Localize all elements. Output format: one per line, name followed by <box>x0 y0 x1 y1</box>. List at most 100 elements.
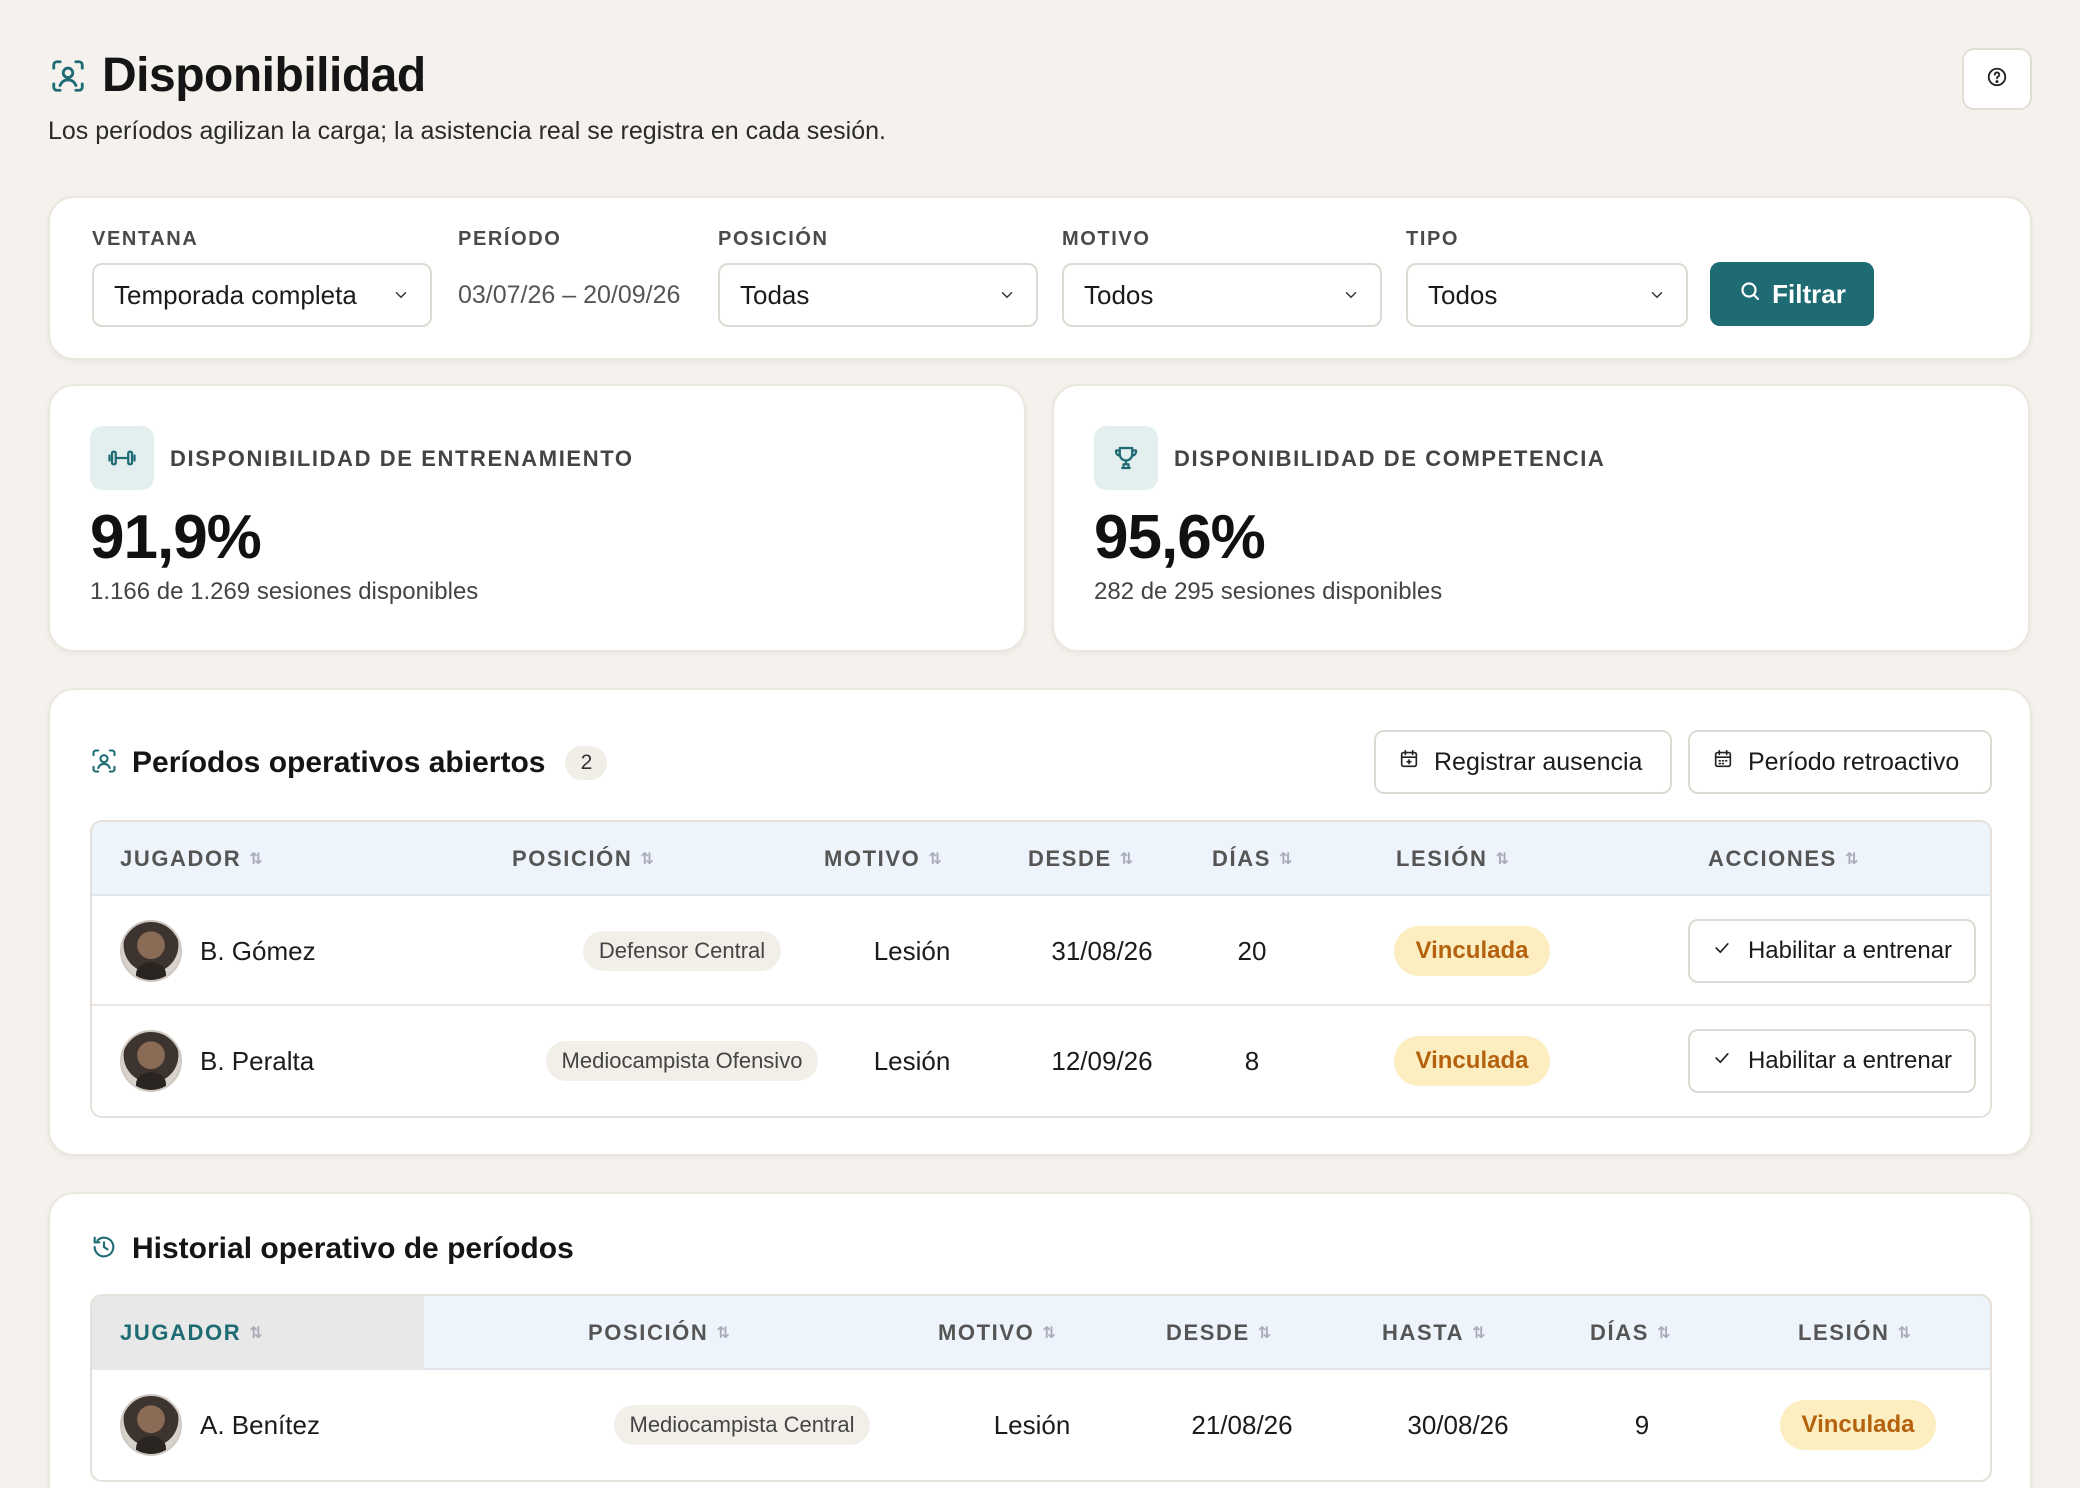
posicion-value: Todas <box>740 279 810 310</box>
player-cell[interactable]: A. Benítez <box>120 1370 320 1480</box>
competition-availability-sub: 282 de 295 sesiones disponibles <box>1094 578 1443 605</box>
status-badge: Vinculada <box>1393 926 1551 976</box>
col-label: LESIÓN <box>1396 846 1488 871</box>
col-hasta[interactable]: HASTA ⇅ <box>1382 1296 1486 1370</box>
position-cell: Defensor Central <box>472 896 892 1006</box>
competition-availability-value: 95,6% <box>1094 503 1266 572</box>
chevron-down-icon <box>1648 280 1666 311</box>
col-desde[interactable]: DESDE ⇅ <box>1166 1296 1271 1370</box>
col-label: MOTIVO <box>824 846 921 871</box>
chevron-down-icon <box>998 280 1016 311</box>
filter-ventana-label: VENTANA <box>92 228 199 250</box>
retroactive-period-button[interactable]: Período retroactivo <box>1688 730 1992 794</box>
open-periods-header: Períodos operativos abiertos 2 <box>90 746 608 780</box>
filter-button-label: Filtrar <box>1772 278 1846 309</box>
position-badge: Mediocampista Ofensivo <box>545 1041 819 1081</box>
table-row: B. Peralta Mediocampista Ofensivo Lesión… <box>92 1006 1990 1116</box>
check-icon <box>1712 937 1732 965</box>
reason-cell: Lesión <box>873 935 951 966</box>
col-label: JUGADOR <box>120 846 242 871</box>
tipo-select[interactable]: Todos <box>1406 263 1688 327</box>
filter-posicion-label: POSICIÓN <box>718 228 829 250</box>
history-table: JUGADOR ⇅ POSICIÓN ⇅ MOTIVO ⇅ DESDE ⇅ HASTA ⇅… <box>90 1294 1992 1482</box>
enable-training-button[interactable]: Habilitar a entrenar <box>1687 1029 1977 1093</box>
col-desde[interactable]: DESDE ⇅ <box>1028 822 1133 896</box>
dumbbell-icon <box>90 426 154 490</box>
injury-cell: Vinculada <box>1362 896 1582 1006</box>
position-cell: Mediocampista Ofensivo <box>472 1006 892 1116</box>
player-name: A. Benítez <box>200 1409 320 1440</box>
player-cell[interactable]: B. Gómez <box>120 896 316 1006</box>
sort-icon: ⇅ <box>640 851 654 868</box>
col-acciones[interactable]: ACCIONES ⇅ <box>1708 822 1858 896</box>
motivo-select[interactable]: Todos <box>1062 263 1382 327</box>
col-posicion[interactable]: POSICIÓN ⇅ <box>588 1296 730 1370</box>
filters-card: VENTANA Temporada completa PERÍODO 03/07… <box>48 196 2032 360</box>
injury-cell: Vinculada <box>1748 1370 1968 1480</box>
col-motivo[interactable]: MOTIVO ⇅ <box>938 1296 1056 1370</box>
ventana-value: Temporada completa <box>114 279 357 310</box>
col-label: DÍAS <box>1212 846 1271 871</box>
training-availability-label: DISPONIBILIDAD DE ENTRENAMIENTO <box>170 446 634 471</box>
col-label: HASTA <box>1382 1320 1465 1345</box>
table-row: B. Gómez Defensor Central Lesión 31/08/2… <box>92 896 1990 1006</box>
avatar <box>120 1394 182 1456</box>
sort-icon: ⇅ <box>716 1325 730 1342</box>
table-row: A. Benítez Mediocampista Central Lesión … <box>92 1370 1990 1480</box>
status-badge: Vinculada <box>1393 1036 1551 1086</box>
periodo-range[interactable]: 03/07/26 – 20/09/26 <box>458 263 680 327</box>
player-cell[interactable]: B. Peralta <box>120 1006 314 1116</box>
search-icon <box>1738 279 1762 310</box>
injury-cell: Vinculada <box>1362 1006 1582 1116</box>
page: Disponibilidad Los períodos agilizan la … <box>0 0 2080 1488</box>
col-motivo[interactable]: MOTIVO ⇅ <box>824 822 942 896</box>
col-label: POSICIÓN <box>512 846 633 871</box>
open-periods-table: JUGADOR ⇅ POSICIÓN ⇅ MOTIVO ⇅ DESDE ⇅ DÍAS ⇅ … <box>90 820 1992 1118</box>
filter-tipo-label: TIPO <box>1406 228 1460 250</box>
reason-cell: Lesión <box>873 1045 951 1076</box>
position-badge: Defensor Central <box>582 931 782 971</box>
col-jugador[interactable]: JUGADOR ⇅ <box>92 1296 424 1370</box>
col-label: DESDE <box>1028 846 1112 871</box>
motivo-value: Todos <box>1084 279 1154 310</box>
col-lesion[interactable]: LESIÓN ⇅ <box>1798 1296 1911 1370</box>
ventana-select[interactable]: Temporada completa <box>92 263 432 327</box>
table-header: JUGADOR ⇅ POSICIÓN ⇅ MOTIVO ⇅ DESDE ⇅ DÍAS ⇅ … <box>92 822 1990 896</box>
col-posicion[interactable]: POSICIÓN ⇅ <box>512 822 654 896</box>
filter-tipo: TIPO Todos <box>1406 228 1688 327</box>
position-badge: Mediocampista Central <box>613 1405 871 1445</box>
days-cell: 8 <box>1244 1045 1260 1076</box>
status-badge: Vinculada <box>1779 1400 1937 1450</box>
filter-periodo-label: PERÍODO <box>458 228 562 250</box>
chevron-down-icon <box>392 280 410 311</box>
page-title: Disponibilidad <box>102 49 426 102</box>
sort-icon: ⇅ <box>1278 851 1293 868</box>
days-cell: 9 <box>1634 1409 1650 1440</box>
competition-availability-label: DISPONIBILIDAD DE COMPETENCIA <box>1174 446 1606 471</box>
open-periods-card: Períodos operativos abiertos 2 Registrar… <box>48 688 2032 1156</box>
user-scan-icon <box>48 56 88 96</box>
sort-icon: ⇅ <box>1844 851 1859 868</box>
filter-button[interactable]: Filtrar <box>1710 262 1874 326</box>
trophy-icon <box>1094 426 1158 490</box>
col-dias[interactable]: DÍAS ⇅ <box>1212 822 1292 896</box>
table-header: JUGADOR ⇅ POSICIÓN ⇅ MOTIVO ⇅ DESDE ⇅ HASTA ⇅… <box>92 1296 1990 1370</box>
enable-training-button[interactable]: Habilitar a entrenar <box>1687 919 1977 983</box>
col-dias[interactable]: DÍAS ⇅ <box>1590 1296 1670 1370</box>
help-button[interactable] <box>1962 48 2032 110</box>
register-absence-button[interactable]: Registrar ausencia <box>1374 730 1672 794</box>
posicion-select[interactable]: Todas <box>718 263 1038 327</box>
col-lesion[interactable]: LESIÓN ⇅ <box>1396 822 1509 896</box>
days-cell: 20 <box>1237 935 1267 966</box>
filter-motivo-label: MOTIVO <box>1062 228 1151 250</box>
actions-cell: Habilitar a entrenar <box>1622 896 1990 1006</box>
sort-icon: ⇅ <box>1472 1325 1486 1342</box>
training-availability-value: 91,9% <box>90 503 262 572</box>
sort-icon: ⇅ <box>249 851 263 868</box>
col-label: DÍAS <box>1590 1320 1649 1345</box>
page-subtitle: Los períodos agilizan la carga; la asist… <box>48 117 886 145</box>
player-name: B. Gómez <box>200 935 316 966</box>
player-name: B. Peralta <box>200 1045 315 1076</box>
col-jugador[interactable]: JUGADOR ⇅ <box>120 822 263 896</box>
training-availability-card: DISPONIBILIDAD DE ENTRENAMIENTO 91,9% 1.… <box>48 384 1026 652</box>
